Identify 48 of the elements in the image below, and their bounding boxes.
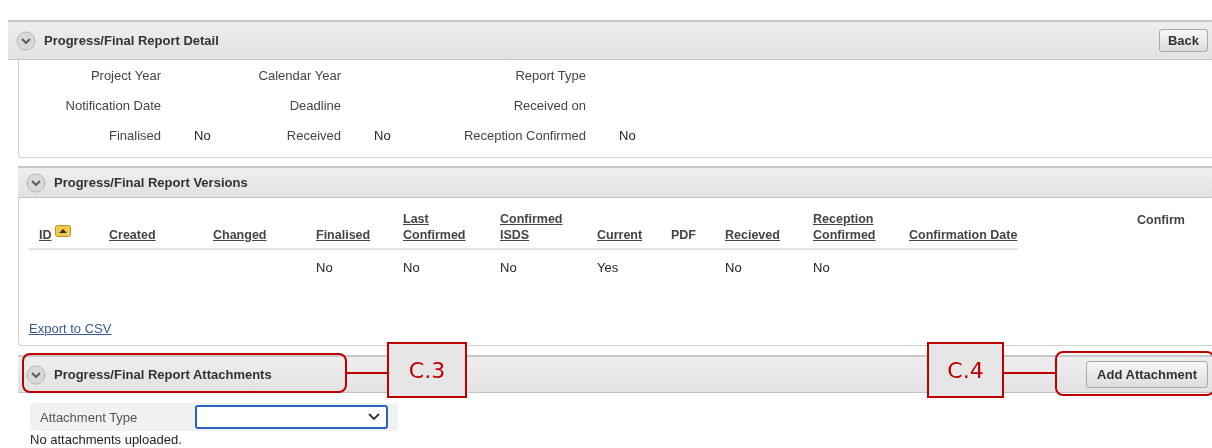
- field-label: Finalised: [107, 127, 161, 143]
- section-title: Progress/Final Report Versions: [54, 175, 248, 190]
- column-header[interactable]: Reception Confirmed: [813, 211, 899, 243]
- field-label: Attachment Type: [40, 409, 139, 425]
- field-label: Calendar Year: [257, 67, 341, 83]
- leader-line: [347, 372, 387, 374]
- column-header[interactable]: ID: [39, 227, 52, 243]
- collapse-icon[interactable]: [16, 30, 36, 51]
- empty-message: No attachments uploaded.: [30, 432, 183, 447]
- field-label: Reception Confirmed: [462, 127, 586, 143]
- column-header[interactable]: Last Confirmed: [403, 211, 490, 243]
- column-header[interactable]: Confirmation Date: [909, 227, 1018, 243]
- column-header: PDF: [671, 227, 696, 243]
- column-header[interactable]: Changed: [213, 227, 267, 243]
- collapse-icon[interactable]: [26, 172, 46, 193]
- table-cell: No: [316, 260, 333, 275]
- column-header[interactable]: Recieved: [725, 227, 780, 243]
- field-label: Deadline: [288, 97, 341, 113]
- column-header[interactable]: Current: [597, 227, 643, 243]
- attachment-type-select[interactable]: [195, 405, 388, 429]
- field-value: No: [373, 127, 392, 143]
- field-label: Project Year: [89, 67, 161, 83]
- column-header: Confirm: [1137, 213, 1185, 227]
- section-title: Progress/Final Report Detail: [44, 33, 219, 48]
- field-value: No: [618, 127, 637, 143]
- field-label: Notification Date: [64, 97, 161, 113]
- collapse-icon[interactable]: [26, 364, 46, 385]
- column-header[interactable]: Confirmed ISDS: [500, 211, 587, 243]
- callout-label: C.4: [927, 342, 1004, 398]
- callout-label: C.3: [387, 342, 467, 398]
- table-cell: No: [813, 260, 830, 275]
- table-cell: Yes: [597, 260, 619, 275]
- table-cell: No: [403, 260, 420, 275]
- column-header[interactable]: Created: [109, 227, 156, 243]
- add-attachment-button[interactable]: Add Attachment: [1086, 361, 1208, 388]
- table-cell: No: [500, 260, 517, 275]
- leader-line: [1004, 372, 1055, 374]
- back-button[interactable]: Back: [1158, 29, 1208, 52]
- export-link[interactable]: Export to CSV: [29, 321, 112, 336]
- field-value: No: [193, 127, 212, 143]
- sort-icon[interactable]: [54, 225, 71, 237]
- column-header[interactable]: Finalised: [316, 227, 371, 243]
- field-label: Received on: [512, 97, 586, 113]
- field-label: Report Type: [514, 67, 586, 83]
- section-title: Progress/Final Report Attachments: [54, 367, 272, 382]
- table-cell: No: [725, 260, 742, 275]
- field-label: Received: [285, 127, 341, 143]
- chevron-down-icon: [368, 413, 380, 421]
